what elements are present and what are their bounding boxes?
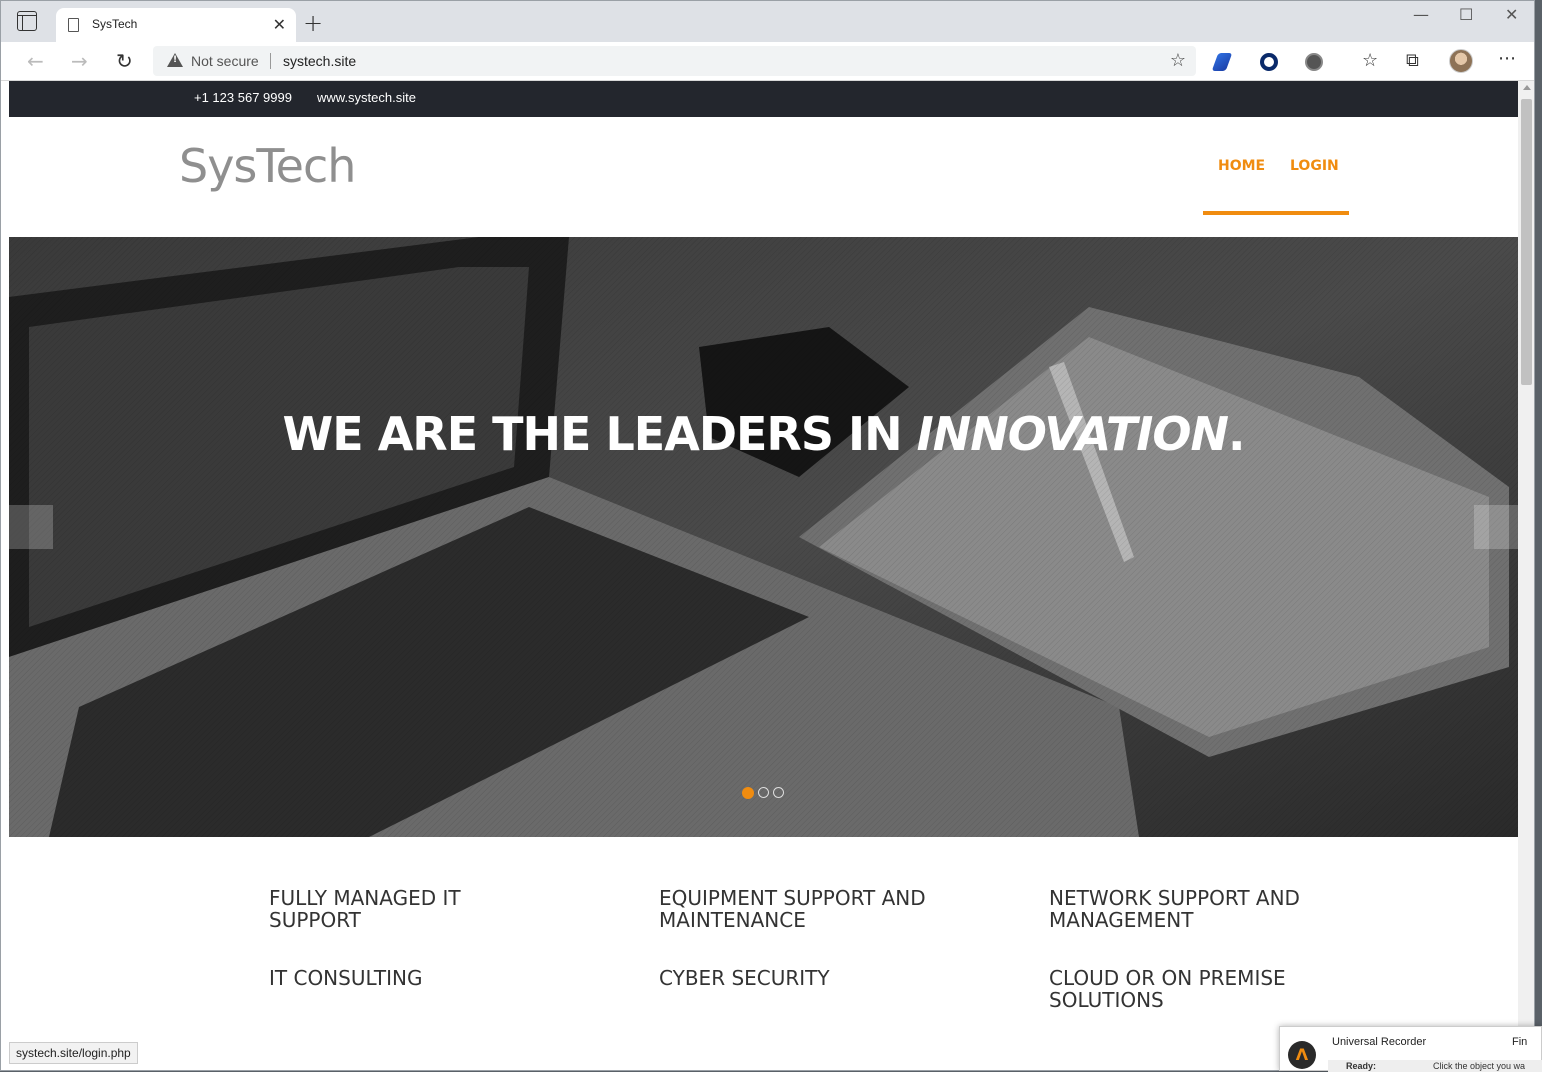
hero-background-image bbox=[9, 237, 1518, 837]
service-item: EQUIPMENT SUPPORT AND MAINTENANCE bbox=[659, 886, 926, 932]
hero-carousel: WE ARE THE LEADERS IN INNOVATION. bbox=[9, 237, 1518, 837]
minimize-icon[interactable]: — bbox=[1413, 5, 1429, 24]
contact-bar: +1 123 567 9999 www.systech.site bbox=[9, 81, 1518, 117]
favorites-icon[interactable]: ☆ bbox=[1362, 50, 1378, 71]
recorder-status: Ready: bbox=[1346, 1061, 1377, 1071]
browser-window: SysTech ✕ + — ☐ ✕ ← → ↻ Not secure syste… bbox=[0, 0, 1535, 1071]
address-separator bbox=[270, 53, 271, 69]
menu-active-indicator bbox=[1203, 211, 1349, 215]
warning-icon[interactable] bbox=[167, 53, 183, 67]
tab-bar: SysTech ✕ + — ☐ ✕ bbox=[1, 1, 1534, 42]
forward-icon[interactable]: → bbox=[71, 49, 88, 73]
profile-avatar[interactable] bbox=[1449, 49, 1473, 73]
carousel-dot-3[interactable] bbox=[773, 787, 784, 798]
maximize-icon[interactable]: ☐ bbox=[1459, 5, 1473, 24]
status-bar-url: systech.site/login.php bbox=[9, 1042, 138, 1064]
collections-icon[interactable]: ⧉ bbox=[1406, 50, 1419, 71]
site-header: SysTech HOME LOGIN bbox=[9, 117, 1518, 237]
add-favorite-icon[interactable]: ☆ bbox=[1170, 50, 1186, 71]
recorder-title: Universal Recorder bbox=[1332, 1036, 1427, 1048]
service-item: FULLY MANAGED IT SUPPORT bbox=[269, 886, 461, 932]
more-menu-icon[interactable]: ⋯ bbox=[1498, 48, 1516, 69]
page-icon bbox=[68, 18, 79, 32]
menu-home[interactable]: HOME bbox=[1218, 158, 1265, 174]
tab-title: SysTech bbox=[92, 17, 138, 31]
url-text[interactable]: systech.site bbox=[283, 53, 356, 69]
carousel-next-button[interactable] bbox=[1474, 505, 1518, 549]
carousel-dot-1[interactable] bbox=[742, 787, 754, 799]
extension-ring-icon[interactable] bbox=[1260, 53, 1278, 71]
carousel-dot-2[interactable] bbox=[758, 787, 769, 798]
service-item: CLOUD OR ON PREMISE SOLUTIONS bbox=[1049, 966, 1286, 1012]
service-item: NETWORK SUPPORT AND MANAGEMENT bbox=[1049, 886, 1300, 932]
website-link[interactable]: www.systech.site bbox=[317, 90, 416, 105]
universal-recorder-panel: Λ Universal Recorder Fin Ready: Click th… bbox=[1279, 1026, 1542, 1072]
hero-title-suffix: . bbox=[1227, 407, 1246, 461]
refresh-icon[interactable]: ↻ bbox=[116, 49, 133, 73]
service-item: CYBER SECURITY bbox=[659, 966, 830, 990]
recorder-status-bar: Ready: Click the object you wa bbox=[1328, 1060, 1542, 1072]
tab-actions-icon[interactable] bbox=[17, 11, 37, 31]
page-scrollbar[interactable] bbox=[1518, 81, 1534, 1064]
carousel-prev-button[interactable] bbox=[9, 505, 53, 549]
service-item: IT CONSULTING bbox=[269, 966, 423, 990]
carousel-indicators bbox=[742, 787, 788, 799]
hero-title-emphasis: INNOVATION bbox=[916, 407, 1229, 461]
site-logo[interactable]: SysTech bbox=[179, 139, 356, 193]
recorder-find-button[interactable]: Fin bbox=[1512, 1036, 1527, 1048]
scroll-up-icon[interactable] bbox=[1523, 85, 1531, 90]
recorder-hint: Click the object you wa bbox=[1433, 1061, 1526, 1071]
phone-number: +1 123 567 9999 bbox=[194, 90, 292, 105]
new-tab-icon[interactable]: + bbox=[303, 9, 323, 37]
close-window-icon[interactable]: ✕ bbox=[1505, 5, 1518, 24]
hero-title: WE ARE THE LEADERS IN INNOVATION. bbox=[9, 407, 1518, 461]
security-label[interactable]: Not secure bbox=[191, 53, 259, 69]
address-bar[interactable]: Not secure systech.site ☆ bbox=[153, 46, 1196, 76]
close-tab-icon[interactable]: ✕ bbox=[273, 15, 286, 34]
back-icon[interactable]: ← bbox=[27, 49, 44, 73]
recorder-logo-icon: Λ bbox=[1288, 1041, 1316, 1069]
menu-login[interactable]: LOGIN bbox=[1290, 158, 1339, 174]
page-viewport: +1 123 567 9999 www.systech.site SysTech… bbox=[9, 81, 1518, 1064]
hero-title-prefix: WE ARE THE LEADERS IN bbox=[282, 407, 917, 461]
tab-systech[interactable]: SysTech ✕ bbox=[56, 8, 296, 42]
address-toolbar: ← → ↻ Not secure systech.site ☆ ☆ ⧉ ⋯ bbox=[1, 42, 1534, 81]
power-automate-icon[interactable] bbox=[1211, 53, 1233, 71]
scroll-thumb[interactable] bbox=[1521, 99, 1532, 385]
recorder-extension-icon[interactable] bbox=[1305, 53, 1323, 71]
